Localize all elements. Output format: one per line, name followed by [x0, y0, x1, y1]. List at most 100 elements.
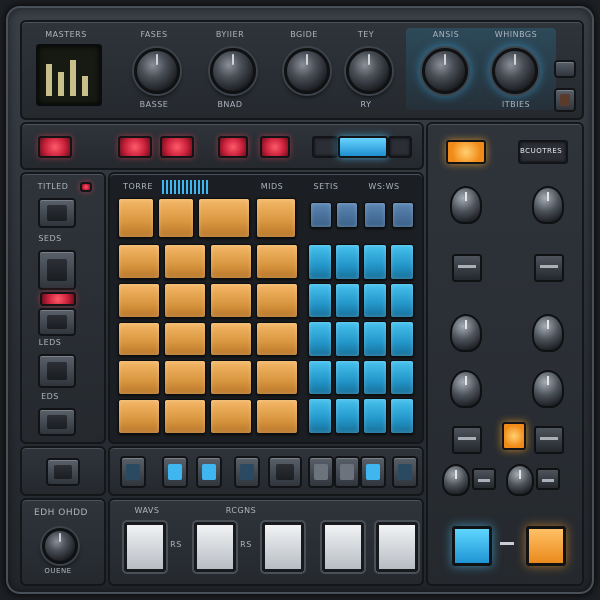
pad[interactable]: [335, 359, 360, 396]
pad[interactable]: [158, 198, 194, 238]
pad[interactable]: [118, 399, 160, 434]
pad[interactable]: [335, 321, 360, 357]
pad[interactable]: [164, 399, 206, 434]
pad[interactable]: [335, 398, 360, 434]
left-button[interactable]: [38, 408, 76, 436]
pad[interactable]: [118, 321, 160, 357]
fader[interactable]: [452, 254, 482, 282]
pad[interactable]: [210, 282, 252, 318]
led-button[interactable]: [160, 136, 194, 158]
pad[interactable]: [256, 282, 298, 318]
fader[interactable]: [452, 426, 482, 454]
orange-led-button[interactable]: [502, 422, 526, 450]
white-step-button[interactable]: [376, 522, 418, 572]
step-button[interactable]: [120, 456, 146, 488]
pad[interactable]: [364, 202, 386, 228]
pad[interactable]: [256, 321, 298, 357]
bgide-knob[interactable]: [284, 48, 330, 94]
left-red-led[interactable]: [40, 292, 76, 306]
pad[interactable]: [164, 360, 206, 396]
pad[interactable]: [389, 398, 414, 434]
pad[interactable]: [118, 282, 160, 318]
blue-play-pad[interactable]: [452, 526, 492, 566]
step-button[interactable]: [392, 456, 418, 488]
byiier-knob[interactable]: [210, 48, 256, 94]
rotary-knob[interactable]: [450, 186, 482, 224]
led-button[interactable]: [388, 136, 412, 158]
whinbgs-knob[interactable]: [492, 48, 538, 94]
fader[interactable]: [536, 468, 560, 490]
fader[interactable]: [534, 254, 564, 282]
pad[interactable]: [310, 202, 332, 228]
pad[interactable]: [389, 321, 414, 357]
pad[interactable]: [389, 244, 414, 280]
led-button[interactable]: [38, 136, 72, 158]
pad[interactable]: [336, 202, 358, 228]
pad[interactable]: [362, 282, 387, 319]
pad[interactable]: [256, 399, 298, 434]
pad[interactable]: [362, 398, 387, 434]
orange-record-pad[interactable]: [526, 526, 566, 566]
fader[interactable]: [472, 468, 496, 490]
step-button[interactable]: [268, 456, 302, 488]
led-button[interactable]: [118, 136, 152, 158]
pad[interactable]: [362, 244, 387, 280]
step-button[interactable]: [162, 456, 188, 488]
pad[interactable]: [308, 282, 333, 319]
pad[interactable]: [164, 244, 206, 279]
blue-led-button[interactable]: [338, 136, 388, 158]
orange-led-button[interactable]: [446, 140, 486, 164]
step-button[interactable]: [196, 456, 222, 488]
pad[interactable]: [256, 244, 298, 279]
led-button[interactable]: [312, 136, 338, 158]
pad[interactable]: [210, 360, 252, 396]
top-right-button[interactable]: [554, 88, 576, 112]
fader[interactable]: [534, 426, 564, 454]
left-button[interactable]: [38, 198, 76, 228]
step-button[interactable]: [360, 456, 386, 488]
pad[interactable]: [392, 202, 414, 228]
pad[interactable]: [308, 321, 333, 357]
step-button[interactable]: [308, 456, 334, 488]
pad[interactable]: [335, 244, 360, 280]
left-button[interactable]: [38, 250, 76, 290]
pad[interactable]: [210, 321, 252, 357]
rotary-knob[interactable]: [506, 464, 534, 496]
pad[interactable]: [389, 282, 414, 319]
led-button[interactable]: [218, 136, 248, 158]
white-step-button[interactable]: [194, 522, 236, 572]
step-button[interactable]: [334, 456, 360, 488]
rotary-knob[interactable]: [442, 464, 470, 496]
rotary-knob[interactable]: [450, 370, 482, 408]
pad[interactable]: [308, 398, 333, 434]
pad[interactable]: [362, 321, 387, 357]
white-step-button[interactable]: [322, 522, 364, 572]
pad[interactable]: [118, 198, 154, 238]
pad[interactable]: [335, 282, 360, 319]
white-step-button[interactable]: [124, 522, 166, 572]
rotary-knob[interactable]: [532, 314, 564, 352]
pad[interactable]: [308, 244, 333, 280]
pad[interactable]: [362, 359, 387, 396]
pad[interactable]: [256, 360, 298, 396]
ansis-knob[interactable]: [422, 48, 468, 94]
rotary-knob[interactable]: [532, 186, 564, 224]
pad[interactable]: [256, 198, 296, 238]
white-step-button[interactable]: [262, 522, 304, 572]
pad[interactable]: [308, 359, 333, 396]
rotary-knob[interactable]: [532, 370, 564, 408]
pad[interactable]: [118, 244, 160, 279]
pad[interactable]: [118, 360, 160, 396]
pad[interactable]: [164, 321, 206, 357]
pad[interactable]: [210, 244, 252, 279]
pad[interactable]: [198, 198, 250, 238]
step-left-button[interactable]: [46, 458, 80, 486]
led-button[interactable]: [260, 136, 290, 158]
rotary-knob[interactable]: [450, 314, 482, 352]
pad[interactable]: [389, 359, 414, 396]
pad[interactable]: [210, 399, 252, 434]
pad[interactable]: [164, 282, 206, 318]
top-right-button[interactable]: [554, 60, 576, 78]
left-button[interactable]: [38, 354, 76, 388]
edh-ohdd-knob[interactable]: [42, 528, 78, 564]
